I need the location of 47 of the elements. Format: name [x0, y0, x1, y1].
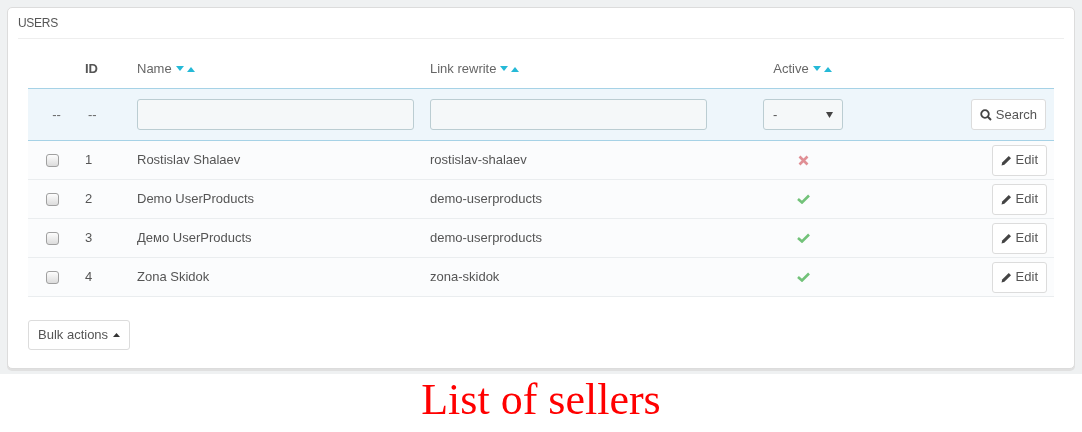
search-button[interactable]: Search [970, 99, 1046, 130]
edit-button[interactable]: Edit [991, 183, 1047, 215]
caret-icon [113, 333, 121, 337]
id-cell: 2 [85, 191, 93, 207]
row-checkbox[interactable] [46, 270, 59, 284]
filter-cell: -- [88, 106, 97, 122]
id-cell: 3 [85, 230, 93, 246]
filter-cell-text: -- [52, 105, 61, 124]
column-header: Link rewrite [430, 60, 497, 79]
check-icon[interactable] [796, 272, 810, 282]
row-checkbox[interactable] [46, 153, 59, 167]
panel-title: USERS [18, 15, 58, 32]
edit-button[interactable]: Edit [991, 144, 1047, 176]
sort-icon[interactable] [500, 65, 521, 73]
id-cell: 4 [85, 269, 93, 285]
pencil-icon [1000, 271, 1012, 283]
row-checkbox[interactable] [46, 231, 59, 245]
bulk-actions-button[interactable]: Bulk actions [28, 320, 131, 350]
name-cell: Demo UserProducts [137, 191, 255, 207]
check-icon[interactable] [796, 233, 810, 243]
pencil-icon [1000, 154, 1012, 166]
active-select[interactable]: - [763, 99, 843, 130]
sort-icon[interactable] [812, 65, 833, 73]
check-icon[interactable] [796, 194, 810, 204]
name-cell: Демо UserProducts [137, 230, 252, 246]
link-rewrite-cell: rostislav-shalaev [430, 152, 527, 168]
link-rewrite-cell: demo-userproducts [430, 230, 542, 246]
pencil-icon [1000, 193, 1012, 205]
column-header: ID [85, 60, 98, 79]
link-rewrite-cell: zona-skidok [430, 269, 500, 285]
column-header: Name [137, 60, 172, 79]
name-cell: Zona Skidok [137, 269, 210, 285]
pencil-icon [1000, 232, 1012, 244]
id-cell: 1 [85, 152, 93, 168]
link-filter-field[interactable] [430, 99, 707, 130]
name-filter-field[interactable] [137, 99, 414, 130]
cross-icon[interactable] [797, 154, 809, 166]
edit-button[interactable]: Edit [991, 261, 1047, 293]
column-header: Active [773, 60, 809, 79]
caption: List of sellers [421, 374, 661, 426]
row-checkbox[interactable] [46, 192, 59, 206]
link-rewrite-cell: demo-userproducts [430, 191, 542, 207]
edit-button[interactable]: Edit [991, 222, 1047, 254]
name-cell: Rostislav Shalaev [137, 152, 241, 168]
sort-icon[interactable] [175, 65, 196, 73]
caret-icon [826, 111, 833, 118]
search-icon [979, 108, 992, 121]
